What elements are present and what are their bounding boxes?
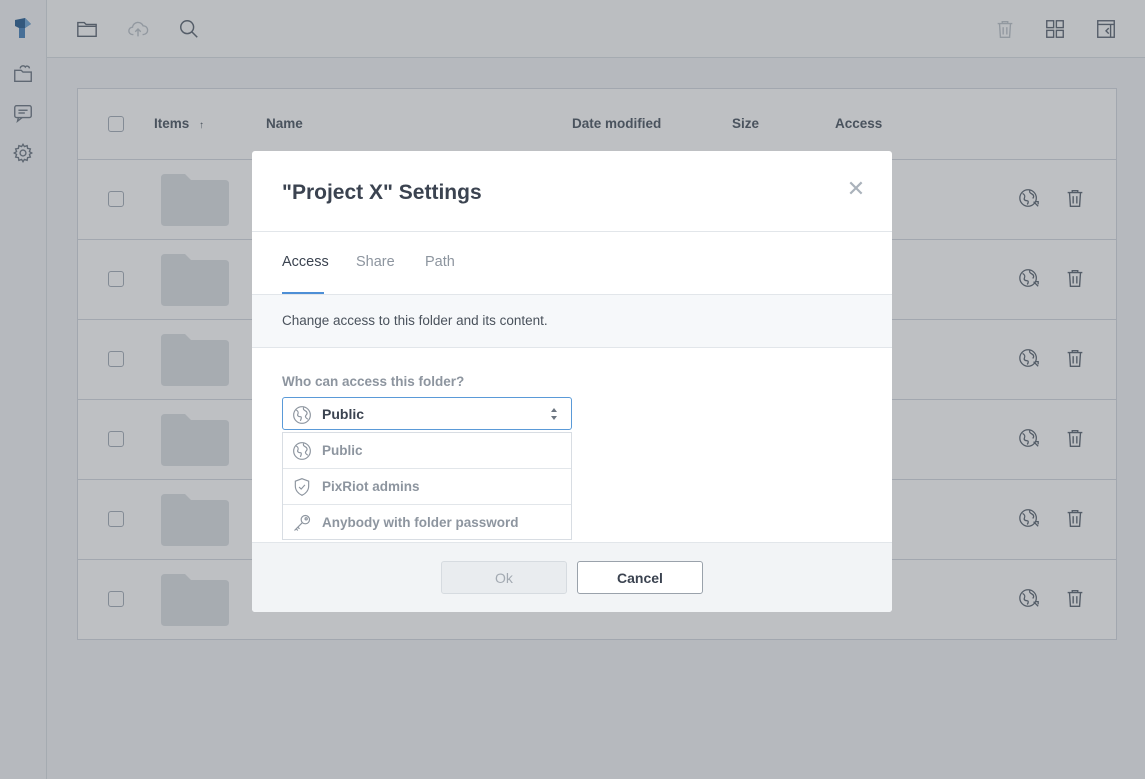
- select-value: Public: [322, 406, 365, 422]
- option-label: PixRiot admins: [322, 479, 420, 494]
- option-pixriot-admins[interactable]: PixRiot admins: [283, 469, 571, 505]
- tab-path[interactable]: Path: [425, 254, 455, 270]
- tab-share[interactable]: Share: [356, 254, 395, 270]
- access-dropdown: Public PixRiot admins Anybody with folde…: [282, 432, 572, 540]
- ok-button[interactable]: Ok: [441, 561, 567, 594]
- access-select[interactable]: Public: [282, 397, 572, 430]
- globe-icon: [292, 441, 312, 461]
- modal-title: "Project X" Settings: [282, 181, 482, 204]
- close-icon[interactable]: ✕: [846, 176, 866, 201]
- access-question-label: Who can access this folder?: [282, 374, 465, 389]
- option-public[interactable]: Public: [283, 433, 571, 469]
- modal-footer: Ok Cancel: [252, 542, 892, 612]
- description-band: Change access to this folder and its con…: [252, 294, 892, 348]
- globe-icon: [292, 405, 312, 425]
- settings-modal: "Project X" Settings ✕ Access Share Path…: [252, 151, 892, 612]
- divider: [252, 231, 892, 232]
- option-folder-password[interactable]: Anybody with folder password: [283, 505, 571, 541]
- description-text: Change access to this folder and its con…: [282, 313, 548, 328]
- shield-icon: [292, 477, 312, 497]
- key-icon: [292, 513, 312, 533]
- select-arrows-icon: [549, 406, 559, 422]
- tab-access[interactable]: Access: [282, 254, 329, 270]
- cancel-button[interactable]: Cancel: [577, 561, 703, 594]
- option-label: Public: [322, 443, 363, 458]
- option-label: Anybody with folder password: [322, 515, 519, 530]
